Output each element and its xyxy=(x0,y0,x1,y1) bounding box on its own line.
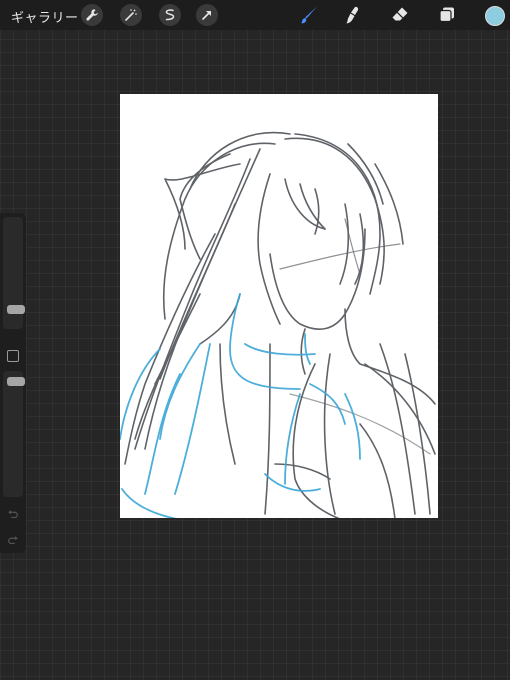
undo-icon xyxy=(8,510,18,519)
selection-button[interactable] xyxy=(159,4,181,26)
brush-size-thumb[interactable] xyxy=(7,304,25,314)
eraser-icon xyxy=(392,7,408,21)
wrench-icon xyxy=(86,9,98,21)
smudge-icon xyxy=(346,6,359,24)
gallery-button[interactable]: ギャラリー xyxy=(11,7,79,26)
selection-icon xyxy=(165,9,175,21)
transform-button[interactable] xyxy=(196,4,218,26)
opacity-slider[interactable] xyxy=(3,371,25,497)
undo-button[interactable] xyxy=(6,507,20,521)
redo-icon xyxy=(8,536,18,545)
brush-icon xyxy=(301,6,317,24)
actions-button[interactable] xyxy=(81,4,103,26)
brush-tool[interactable] xyxy=(297,3,321,27)
magic-wand-icon xyxy=(125,9,137,21)
adjustments-button[interactable] xyxy=(120,4,142,26)
layers-tool[interactable] xyxy=(435,3,459,27)
left-sidebar xyxy=(0,213,26,553)
opacity-thumb[interactable] xyxy=(7,376,25,386)
color-picker-button[interactable] xyxy=(485,6,505,26)
layers-icon xyxy=(439,7,454,23)
redo-button[interactable] xyxy=(6,533,20,547)
smudge-tool[interactable] xyxy=(341,3,365,27)
brush-size-slider[interactable] xyxy=(3,217,25,329)
drawing-canvas[interactable] xyxy=(120,94,438,518)
square-modify-icon[interactable] xyxy=(7,350,19,362)
transform-arrow-icon xyxy=(202,11,211,20)
top-toolbar: ギャラリー xyxy=(0,0,510,30)
eraser-tool[interactable] xyxy=(388,3,412,27)
sketch-artwork xyxy=(120,131,436,518)
